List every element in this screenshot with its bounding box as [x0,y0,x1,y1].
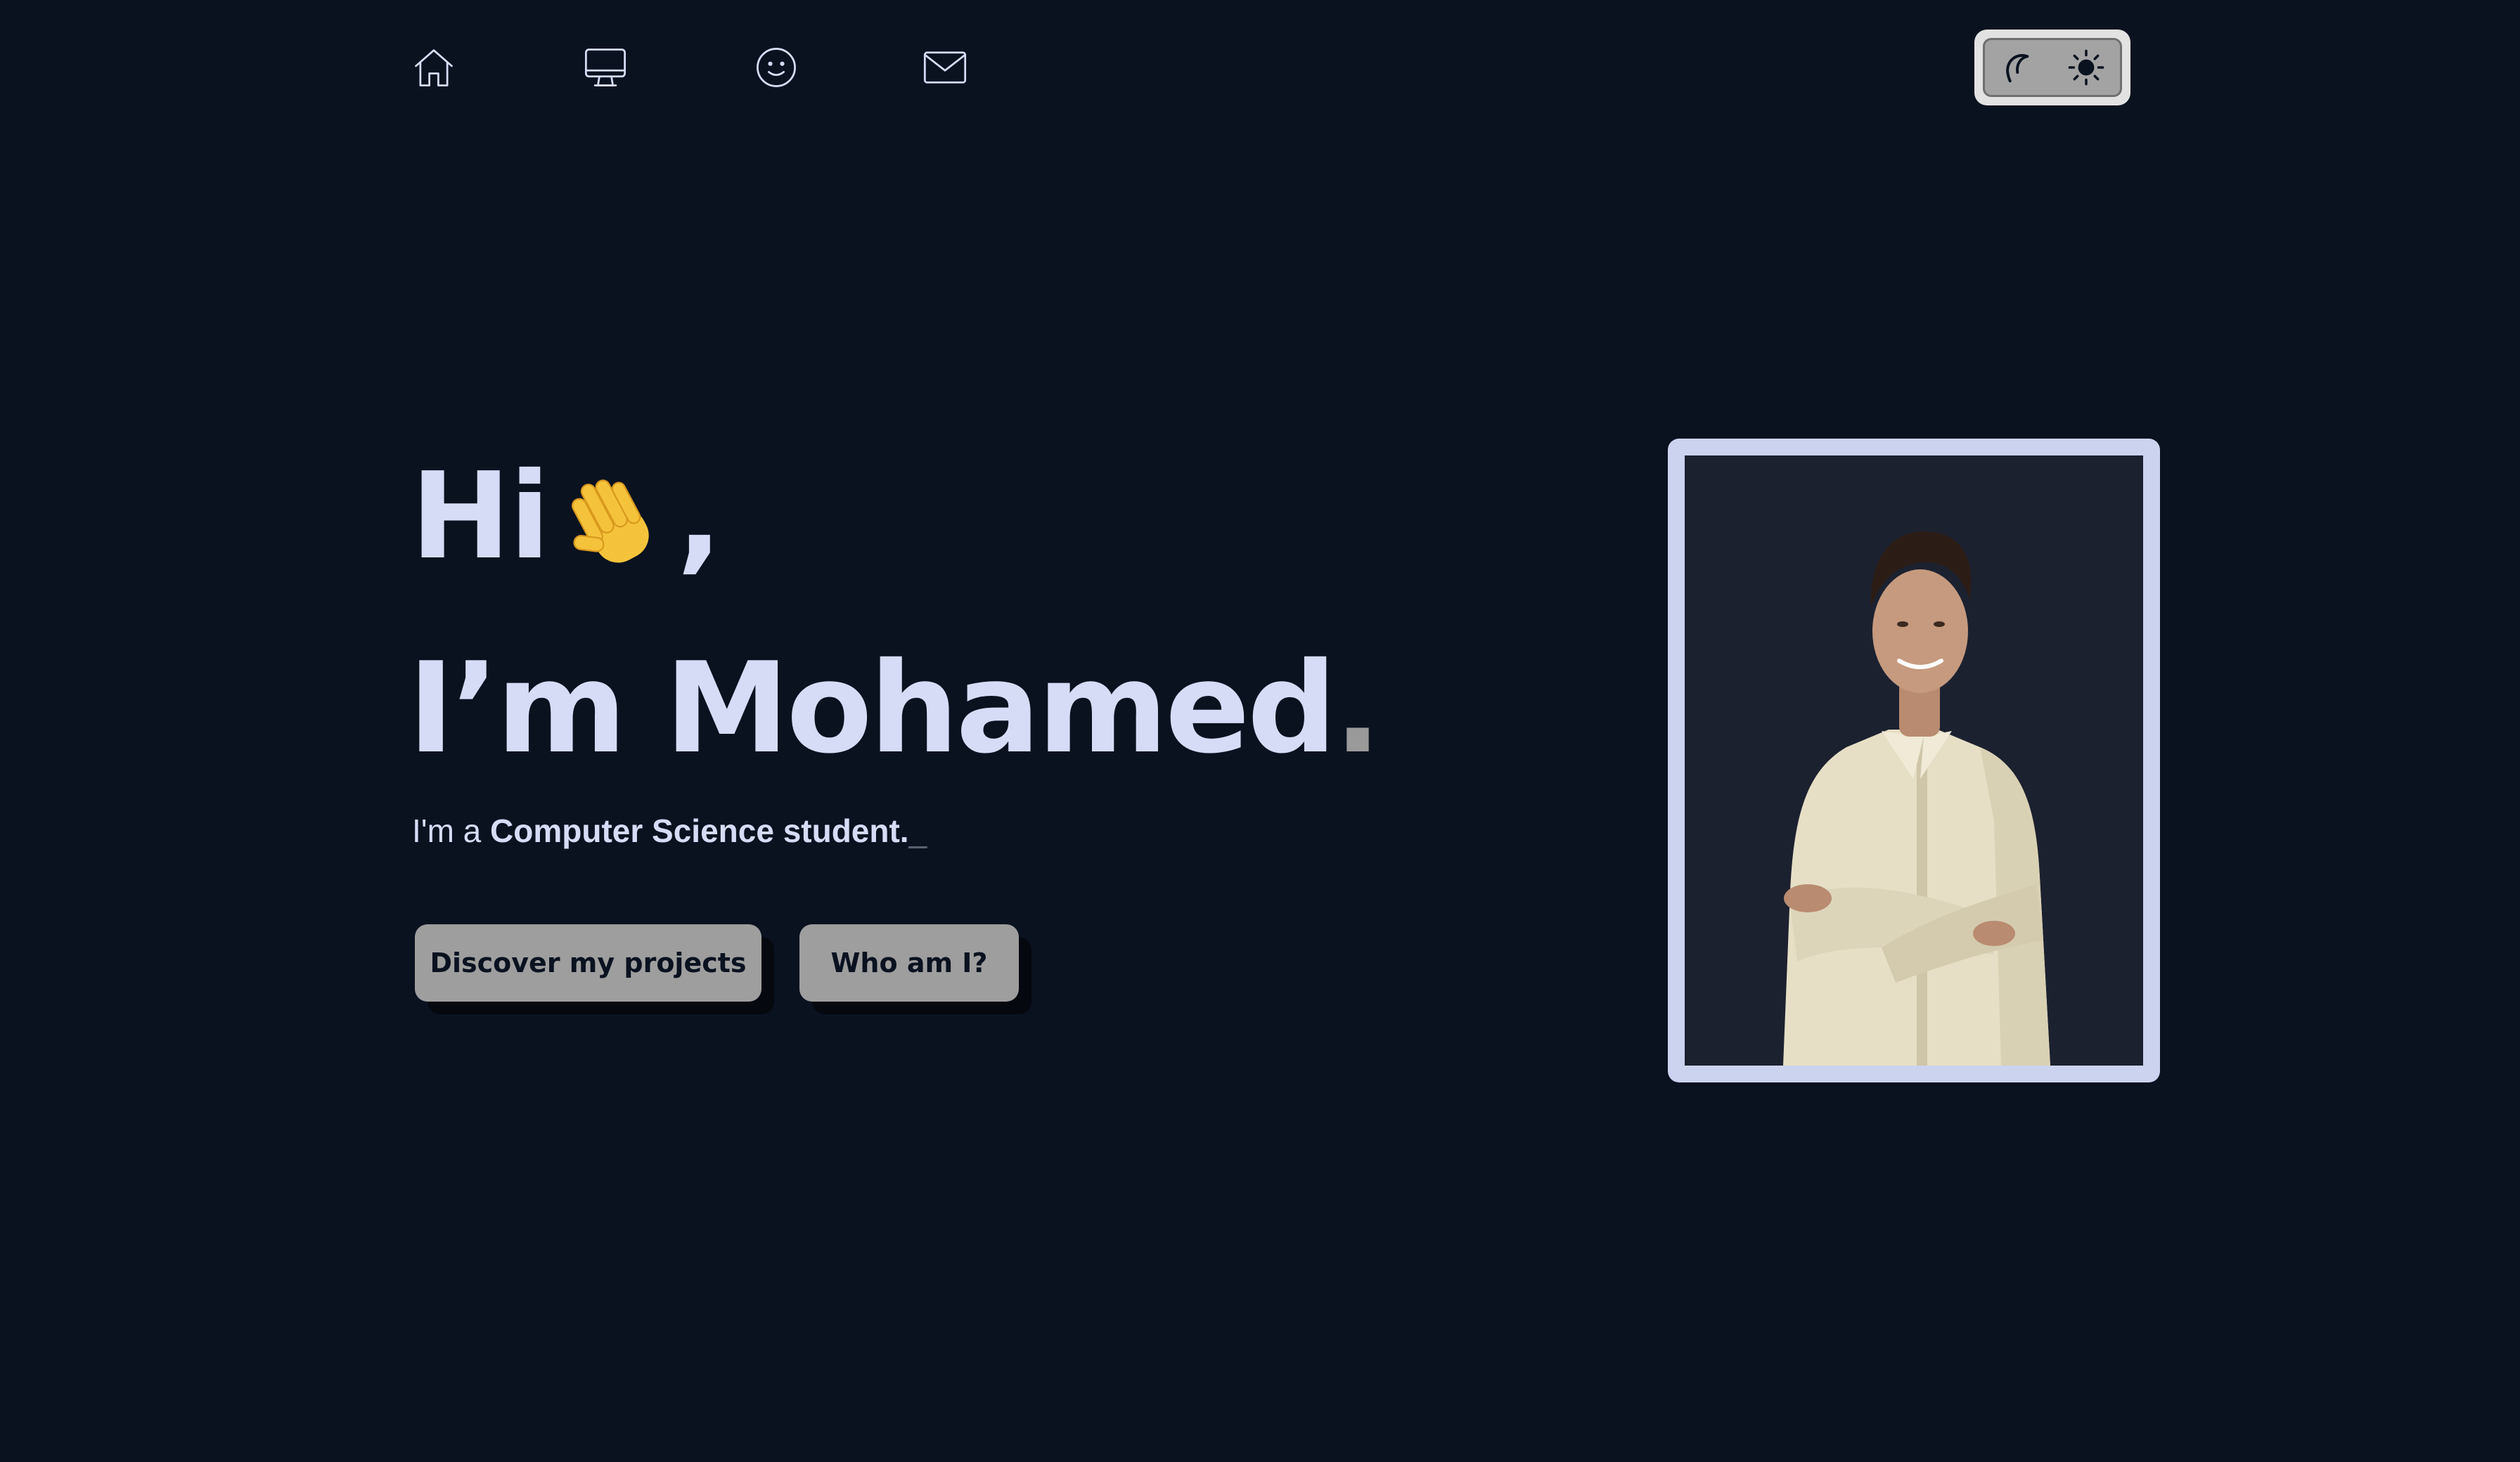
portrait-photo [1685,455,2143,1066]
headline-text: I’m Mohamed [408,635,1337,781]
portrait-frame [1668,439,2160,1082]
moon-icon [2006,54,2029,83]
mail-icon [923,51,967,84]
discover-projects-button[interactable]: Discover my projects [415,924,761,1002]
waving-hand-emoji [562,451,667,563]
page: Hi , I’m Mohamed. I'm a Computer Science… [0,0,2520,1462]
tagline-prefix: I'm a [412,813,491,849]
theme-toggle-track [1983,38,2122,97]
monitor-icon [584,48,626,86]
dark-mode-button[interactable] [1998,46,2040,89]
who-am-i-button[interactable]: Who am I? [799,924,1019,1002]
headline-dot: . [1334,635,1382,781]
name-headline: I’m Mohamed. [408,624,1382,793]
nav-about-link[interactable] [752,44,800,91]
home-icon [415,49,453,86]
light-mode-button[interactable] [2065,46,2107,89]
greeting-word: Hi [411,447,551,586]
nav-projects-link[interactable] [581,44,629,91]
greeting-heading: Hi , [411,432,723,601]
tagline-role: Computer Science student. [490,813,909,849]
sun-icon [2068,49,2104,86]
smiley-icon [757,48,796,87]
typing-cursor: _ [908,813,927,849]
tagline: I'm a Computer Science student._ [412,808,927,853]
greeting-punctuation: , [676,447,723,586]
nav-home-link[interactable] [410,44,458,91]
theme-toggle[interactable] [1974,30,2130,105]
nav-contact-link[interactable] [921,44,969,91]
